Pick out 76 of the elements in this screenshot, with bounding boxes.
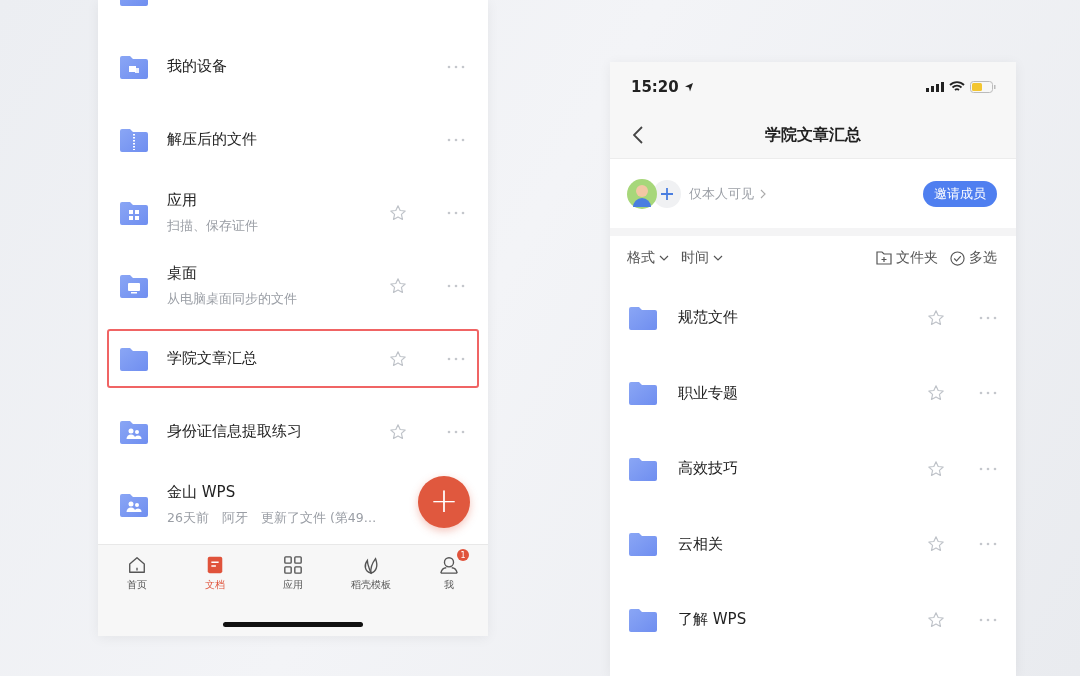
status-time: 15:20 [631,78,679,96]
document-icon [205,555,225,575]
page-title: 学院文章汇总 [765,124,861,146]
folder-name[interactable]: 云相关 [678,533,723,555]
caret-icon [713,255,723,261]
folder-name[interactable]: 高效技巧 [678,458,738,480]
folder-icon [629,607,657,632]
folder-name[interactable]: 学院文章汇总 [167,348,257,369]
notification-badge: 1 [457,549,469,561]
sort-dropdown[interactable]: 格式 [627,249,669,267]
folder-icon [629,456,657,481]
device-folder-icon [120,54,148,79]
avatar[interactable] [627,178,657,209]
folder-subtitle: 扫描、保存证件 [167,217,259,235]
zip-folder-icon [120,127,148,152]
folder-name[interactable]: 身份证信息提取练习 [167,421,302,442]
folder-name[interactable]: 解压后的文件 [167,129,257,150]
more-icon[interactable] [979,315,997,320]
new-folder-button[interactable]: 文件夹 [876,249,938,267]
folder-subtitle: 26天前 阿牙 更新了文件 (第49… [167,509,378,527]
star-icon[interactable] [927,535,945,554]
multi-select-button[interactable]: 多选 [950,249,997,267]
folder-icon [629,532,657,557]
star-icon[interactable] [389,349,407,368]
more-icon[interactable] [447,283,465,288]
folder-subtitle: 从电脑桌面同步的文件 [167,290,298,308]
user-icon [439,555,459,575]
star-icon[interactable] [389,276,407,295]
shared-folder-icon [120,419,148,444]
folder-name[interactable]: 了解 WPS [678,609,747,631]
more-icon[interactable] [447,210,465,215]
caret-icon [659,255,669,261]
location-icon [683,82,694,92]
home-icon [127,555,147,575]
star-icon[interactable] [927,384,945,403]
sort-dropdown[interactable]: 时间 [681,249,723,267]
more-icon[interactable] [979,542,997,547]
invite-button[interactable]: 邀请成员 [923,180,997,207]
tab[interactable]: 应用 [258,555,328,592]
grid-icon [283,555,303,575]
more-icon[interactable] [979,466,997,471]
signal-icon [926,82,944,92]
more-icon[interactable] [447,137,465,142]
back-icon[interactable] [633,126,643,144]
more-icon[interactable] [447,356,465,361]
add-member-icon[interactable] [653,179,681,208]
check-circle-icon [950,250,965,266]
wifi-icon [949,81,965,93]
apps-folder-icon [120,200,148,225]
folder-name[interactable]: 桌面 [167,263,197,285]
folder-name[interactable]: 应用 [167,190,197,212]
shared-folder-icon [120,492,148,517]
folder-icon [120,346,148,371]
folder-name[interactable]: 规范文件 [678,307,738,329]
folder-icon [629,381,657,406]
more-icon[interactable] [447,64,465,69]
chevron-right-icon[interactable] [760,188,766,199]
more-icon[interactable] [447,429,465,434]
folder-name[interactable]: 金山 WPS [167,482,236,504]
folder-plus-icon [876,251,892,265]
star-icon[interactable] [389,422,407,441]
star-icon[interactable] [927,459,945,478]
more-icon[interactable] [979,391,997,396]
star-icon[interactable] [389,203,407,222]
folder-name[interactable]: 职业专题 [678,382,738,404]
tab[interactable]: 稻壳模板 [336,555,406,592]
tab[interactable]: 文档 [180,555,250,592]
add-button[interactable]: + [418,476,470,528]
more-icon[interactable] [979,617,997,622]
tab[interactable]: 首页 [102,555,172,592]
battery-icon [970,81,996,93]
star-icon[interactable] [927,610,945,629]
star-icon[interactable] [927,308,945,327]
folder-icon [629,305,657,330]
desktop-folder-icon [120,273,148,298]
folder-name[interactable]: 我的设备 [167,56,227,77]
